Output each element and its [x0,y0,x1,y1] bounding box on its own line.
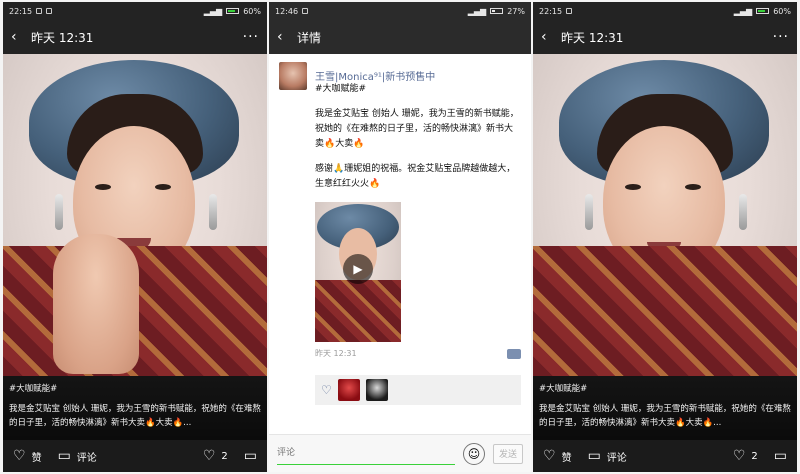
caption-text: 我是金艾贴宝 创始人 珊妮，我为王雪的新书赋能，祝她的《在难熬的日子里，活的畅快… [9,404,261,428]
likes-bar: ♡ [315,375,521,405]
like-count-button[interactable]: ♡ 2 [203,449,228,463]
top-bar: ‹ 昨天 12:31 ··· [3,20,267,54]
heart-icon: ♡ [13,448,26,464]
bottom-action-bar: ♡ 赞 ▭ 评论 ♡ 2 ▭ [533,440,797,472]
status-bar: 22:15 ▂▄▆ 60% [533,2,797,20]
hashtag[interactable]: #大咖赋能# [539,382,791,396]
thumbs-up-hand [53,234,139,374]
message-icon [46,8,53,14]
battery-icon [756,8,770,14]
hashtag[interactable]: #大咖赋能# [279,82,521,97]
comment-button[interactable]: ▭ 评论 [58,449,97,464]
heart-icon: ♡ [321,383,332,397]
post-detail: 王雪|Monica⁹¹|新书预售中 #大咖赋能# 我是金艾贴宝 创始人 珊妮，我… [269,54,531,434]
post-caption: #大咖赋能# 我是金艾贴宝 创始人 珊妮，我为王雪的新书赋能，祝她的《在难熬的日… [533,376,797,440]
message-icon [566,8,573,14]
battery-icon [490,8,504,14]
notification-icon [302,8,309,14]
earring-right [209,194,217,230]
hashtag[interactable]: #大咖赋能# [9,382,261,396]
like-count-button[interactable]: ♡ 2 [733,449,758,463]
like-label: 赞 [31,452,42,464]
status-time: 22:15 [539,6,563,16]
heart-icon: ♡ [202,448,216,464]
left-eye [95,184,111,190]
post-paragraph-2: 感谢🙏珊妮姐的祝福。祝金艾贴宝品牌越做越大，生意红红火火🔥 [315,164,516,189]
status-time: 22:15 [9,6,33,16]
comment-label: 评论 [76,452,97,464]
battery-icon [226,8,240,14]
more-icon[interactable]: ··· [243,29,259,45]
top-bar: ‹ 详情 [269,20,531,54]
back-icon[interactable]: ‹ [541,29,561,45]
signal-icon: ▂▄▆ [203,6,223,16]
battery-percent: 27% [507,6,525,16]
video-frame[interactable] [3,54,267,376]
caption-text: 我是金艾贴宝 创始人 珊妮，我为王雪的新书赋能，祝她的《在难熬的日子里，活的畅快… [539,404,791,428]
comment-icon: ▭ [587,448,601,464]
author-name[interactable]: 王雪|Monica⁹¹|新书预售中 [315,68,435,83]
page-title: 昨天 12:31 [561,30,624,45]
page-title: 昨天 12:31 [31,30,94,45]
earring-left [585,194,593,230]
avatar[interactable] [279,62,307,90]
back-icon[interactable]: ‹ [11,29,31,45]
left-phone-panel: 22:15 ▂▄▆ 60% ‹ 昨天 12:31 ··· #大咖赋能# 我是金艾… [3,2,267,472]
liker-avatar[interactable] [365,379,388,401]
earring-left [55,194,63,230]
right-phone-panel: 22:15 ▂▄▆ 60% ‹ 昨天 12:31 ··· #大咖赋能# 我是金艾… [533,2,797,472]
heart-icon: ♡ [543,448,556,464]
status-time: 12:46 [275,6,299,16]
like-button[interactable]: ♡ 赞 [543,449,572,464]
middle-phone-panel: 12:46 ▂▄▆ 27% ‹ 详情 王雪|Monica⁹¹|新书预售中 #大咖… [269,2,531,472]
comment-button[interactable]: ▭ 评论 [588,449,627,464]
comment-icon: ▭ [57,448,71,464]
like-count: 2 [221,450,228,462]
right-eye [685,184,701,190]
back-icon[interactable]: ‹ [277,29,297,45]
comment-label: 评论 [606,452,627,464]
post-meta: 昨天 12:31 [315,348,521,359]
liker-avatar[interactable] [337,379,360,401]
comment-composer: ☺ 发送 [269,434,531,472]
page-title: 详情 [297,30,322,45]
post-paragraph-1: 我是金艾贴宝 创始人 珊妮，我为王雪的新书赋能，祝她的《在难熬的日子里，活的畅快… [315,109,519,149]
play-icon[interactable]: ▶ [343,254,373,284]
notification-icon [36,8,43,14]
video-thumbnail[interactable]: ▶ [315,202,401,342]
top-bar: ‹ 昨天 12:31 ··· [533,20,797,54]
send-button[interactable]: 发送 [493,443,523,464]
battery-percent: 60% [243,6,261,16]
shirt [533,246,797,376]
comment-icon: ▭ [773,448,787,464]
shirt [315,280,401,342]
like-count: 2 [751,450,758,462]
comment-icon: ▭ [243,448,257,464]
battery-percent: 60% [773,6,791,16]
like-button[interactable]: ♡ 赞 [13,449,42,464]
more-icon[interactable]: ··· [773,29,789,45]
post-caption: #大咖赋能# 我是金艾贴宝 创始人 珊妮，我为王雪的新书赋能，祝她的《在难熬的日… [3,376,267,440]
left-eye [625,184,641,190]
comment-count-button[interactable]: ▭ [244,449,257,463]
screenshot-stage: 22:15 ▂▄▆ 60% ‹ 昨天 12:31 ··· #大咖赋能# 我是金艾… [0,0,800,474]
like-label: 赞 [561,452,572,464]
comment-input[interactable] [277,442,455,465]
signal-icon: ▂▄▆ [467,6,487,16]
emoji-icon[interactable]: ☺ [463,442,485,465]
video-frame[interactable] [533,54,797,376]
status-bar: 22:15 ▂▄▆ 60% [3,2,267,20]
post-time: 昨天 12:31 [315,349,357,358]
post-body: #大咖赋能# 我是金艾贴宝 创始人 珊妮，我为王雪的新书赋能，祝她的《在难熬的日… [315,82,521,342]
earring-right [739,194,747,230]
right-eye [155,184,171,190]
bottom-action-bar: ♡ 赞 ▭ 评论 ♡ 2 ▭ [3,440,267,472]
status-bar: 12:46 ▂▄▆ 27% [269,2,531,20]
signal-icon: ▂▄▆ [733,6,753,16]
comment-count-button[interactable]: ▭ [774,449,787,463]
heart-icon: ♡ [732,448,746,464]
comment-icon[interactable] [507,348,521,359]
